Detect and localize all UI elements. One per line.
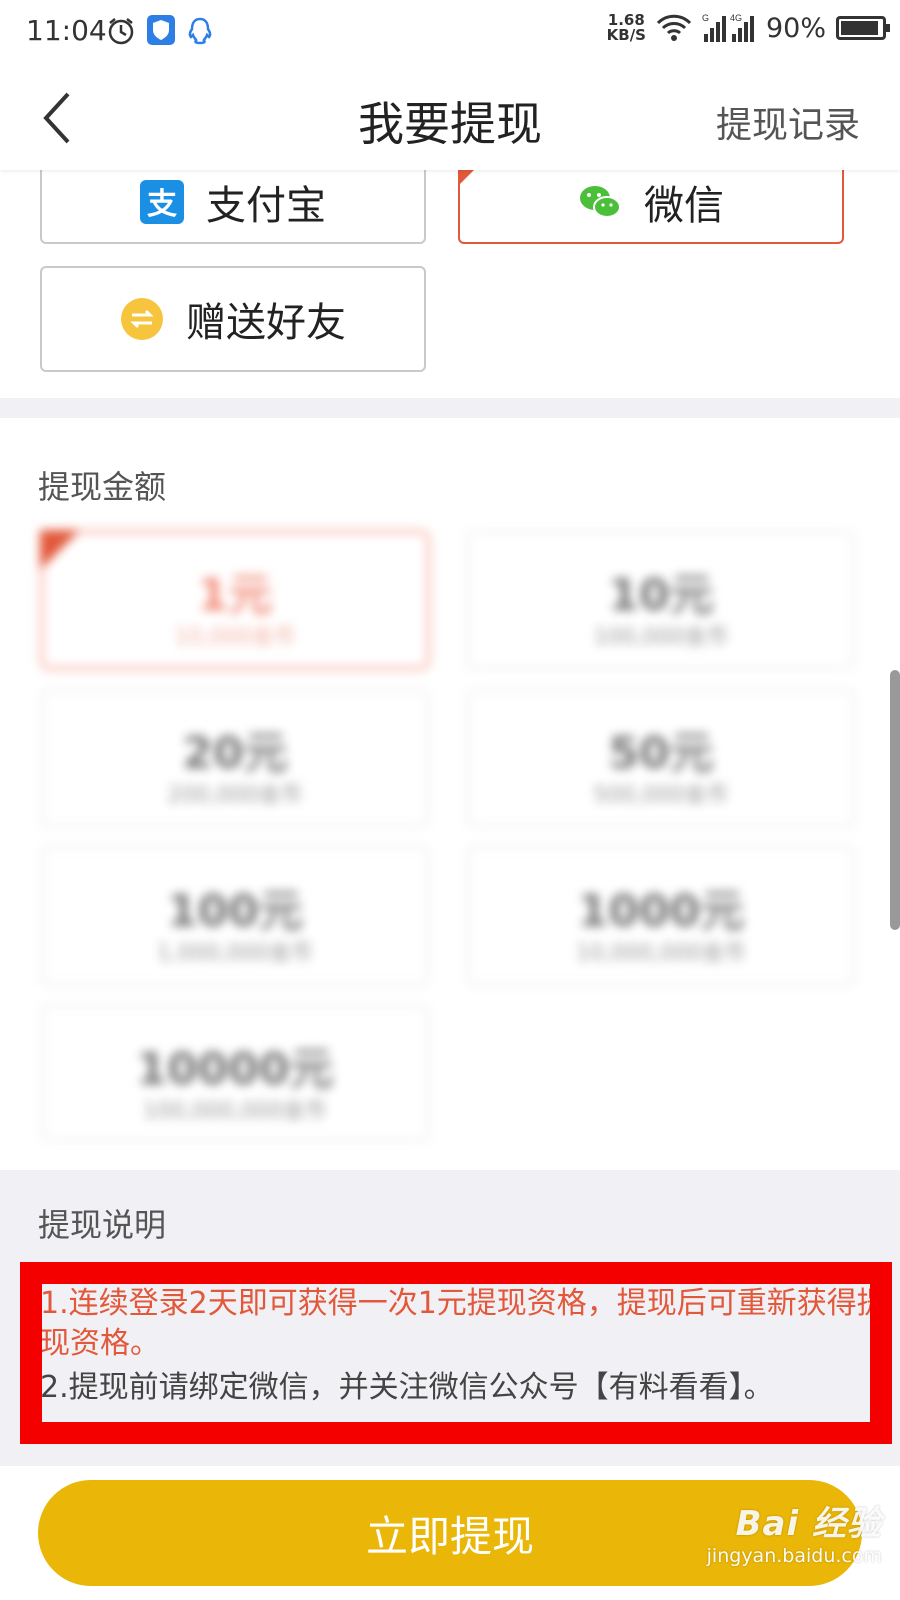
- section-divider: [0, 398, 900, 418]
- withdraw-now-label: 立即提现: [365, 1511, 534, 1561]
- amount-coins: 200,000金币: [167, 783, 303, 808]
- method-gift-friend-button[interactable]: 赠送好友: [40, 266, 426, 372]
- amount-value: 1元: [197, 570, 273, 621]
- shield-icon: [147, 15, 175, 45]
- amount-coins: 1,000,000金币: [157, 941, 313, 966]
- amount-option-1000[interactable]: 1000元 10,000,000金币: [466, 846, 856, 986]
- nav-bar: 我要提现 提现记录: [0, 66, 900, 170]
- net-speed: 1.68 KB/S: [607, 13, 646, 43]
- qq-icon: [188, 17, 212, 45]
- amount-coins: 10,000金币: [174, 625, 296, 650]
- amount-option-10000[interactable]: 10000元 100,000,000金币: [40, 1004, 430, 1142]
- amount-value: 10元: [608, 570, 714, 621]
- method-wechat-button[interactable]: 微信: [458, 160, 844, 244]
- battery-percent: 90%: [765, 12, 826, 44]
- amount-value: 100元: [167, 886, 303, 937]
- net-speed-unit: KB/S: [606, 26, 646, 44]
- method-gift-friend-label: 赠送好友: [186, 300, 346, 346]
- watermark-url: jingyan.baidu.com: [706, 1545, 882, 1567]
- amount-option-100[interactable]: 100元 1,000,000金币: [40, 846, 430, 986]
- amount-option-50[interactable]: 50元 500,000金币: [466, 688, 856, 828]
- amount-coins: 500,000金币: [593, 783, 729, 808]
- withdraw-history-link[interactable]: 提现记录: [716, 96, 860, 148]
- wifi-icon: [656, 14, 692, 41]
- amount-value: 50元: [608, 728, 714, 779]
- watermark-logo: Bai 经验: [735, 1504, 882, 1544]
- amount-option-1[interactable]: 1元 10,000金币: [40, 530, 430, 670]
- alipay-icon: 支: [140, 180, 184, 224]
- amount-value: 20元: [182, 728, 288, 779]
- svg-text:4G: 4G: [730, 13, 742, 23]
- baidu-jingyan-watermark: Bai 经验 jingyan.baidu.com: [707, 1496, 882, 1567]
- amount-coins: 100,000,000金币: [143, 1099, 327, 1124]
- amount-coins: 10,000,000金币: [576, 941, 746, 966]
- amount-option-10[interactable]: 10元 100,000金币: [466, 530, 856, 670]
- amount-coins: 100,000金币: [593, 625, 729, 650]
- transfer-icon: [121, 298, 163, 340]
- amount-section-title: 提现金额: [38, 468, 167, 506]
- wechat-icon: [580, 186, 621, 218]
- scrollbar[interactable]: [890, 670, 900, 930]
- status-time: 11:04: [26, 14, 107, 47]
- amount-value: 1000元: [577, 886, 745, 937]
- amount-option-20[interactable]: 20元 200,000金币: [40, 688, 430, 828]
- description-title: 提现说明: [38, 1206, 167, 1244]
- method-wechat-label: 微信: [644, 183, 724, 229]
- withdraw-methods: 支 支付宝 微信 赠送好友: [0, 160, 900, 398]
- alarm-icon: [108, 18, 134, 45]
- method-alipay-button[interactable]: 支 支付宝: [40, 160, 426, 244]
- amount-value: 10000元: [136, 1044, 334, 1095]
- highlight-box: [20, 1262, 892, 1444]
- status-bar: 11:04 1.68 KB/S G 4G 90%: [0, 0, 900, 66]
- status-right: 1.68 KB/S G 4G 90%: [607, 12, 890, 44]
- battery-icon: [836, 16, 890, 40]
- method-alipay-label: 支付宝: [206, 183, 326, 229]
- signal-icon: G 4G: [702, 13, 754, 42]
- svg-text:G: G: [702, 13, 709, 23]
- bottom-bar: 立即提现 Bai 经验 jingyan.baidu.com: [0, 1466, 900, 1600]
- svg-text:支: 支: [147, 187, 177, 222]
